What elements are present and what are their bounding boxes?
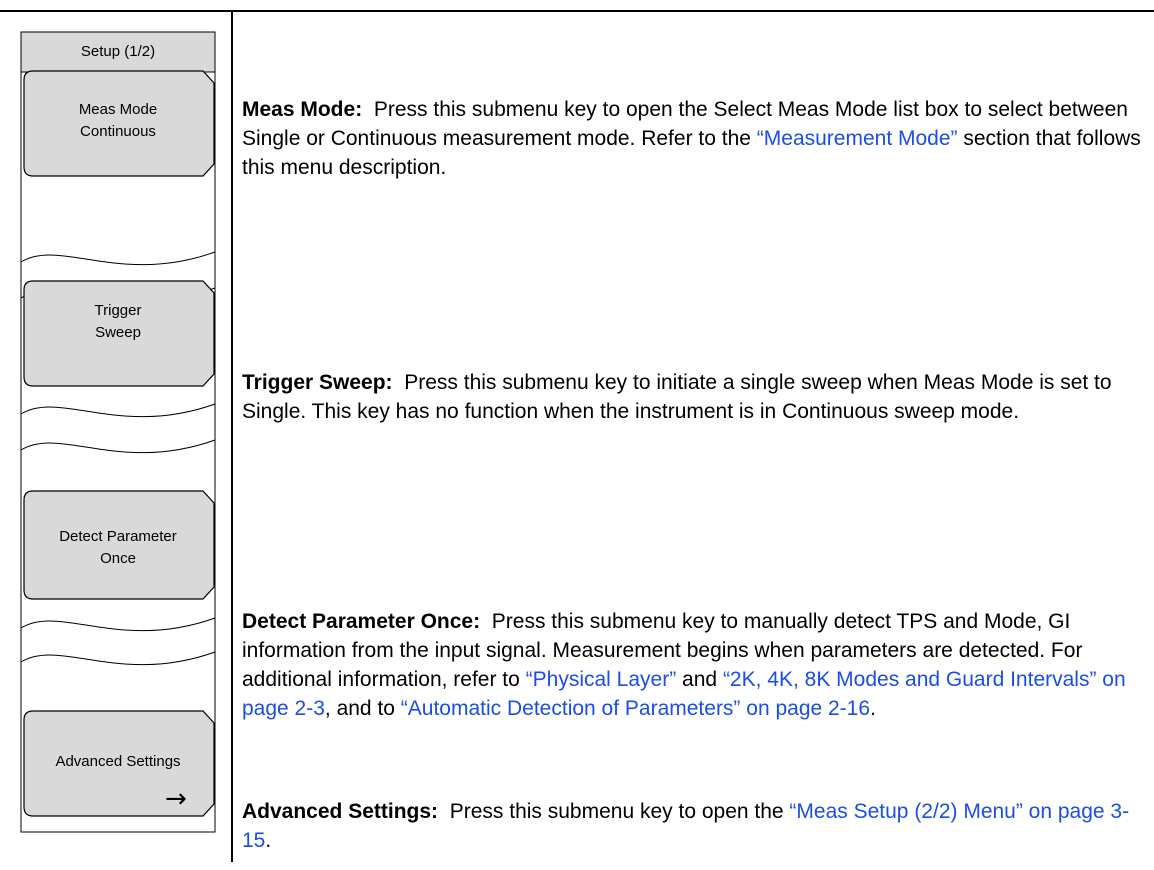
softkey-label-trigger-sweep: Trigger Sweep (94, 302, 142, 341)
arrow-right-icon: → (165, 784, 187, 814)
link-physical-layer[interactable]: “Physical Layer” (526, 668, 677, 691)
description-advanced-settings: Advanced Settings: Press this submenu ke… (242, 800, 1130, 852)
softkey-label-meas-mode: Meas Mode Continuous (78, 101, 158, 140)
menu-title: Setup (1/2) (80, 43, 156, 60)
column-divider (231, 10, 233, 862)
softkey-label-detect-parameter: Detect Parameter Once (59, 528, 177, 567)
description-meas-mode: Meas Mode: Press this submenu key to ope… (242, 98, 1141, 179)
softkey-label-advanced-settings: Advanced Settings (55, 753, 181, 770)
link-automatic-detection[interactable]: “Automatic Detection of Parameters” on p… (401, 697, 870, 720)
link-measurement-mode[interactable]: “Measurement Mode” (757, 127, 958, 150)
description-trigger-sweep: Trigger Sweep: Press this submenu key to… (242, 371, 1112, 423)
description-detect-parameter-once: Detect Parameter Once: Press this submen… (242, 610, 1126, 720)
